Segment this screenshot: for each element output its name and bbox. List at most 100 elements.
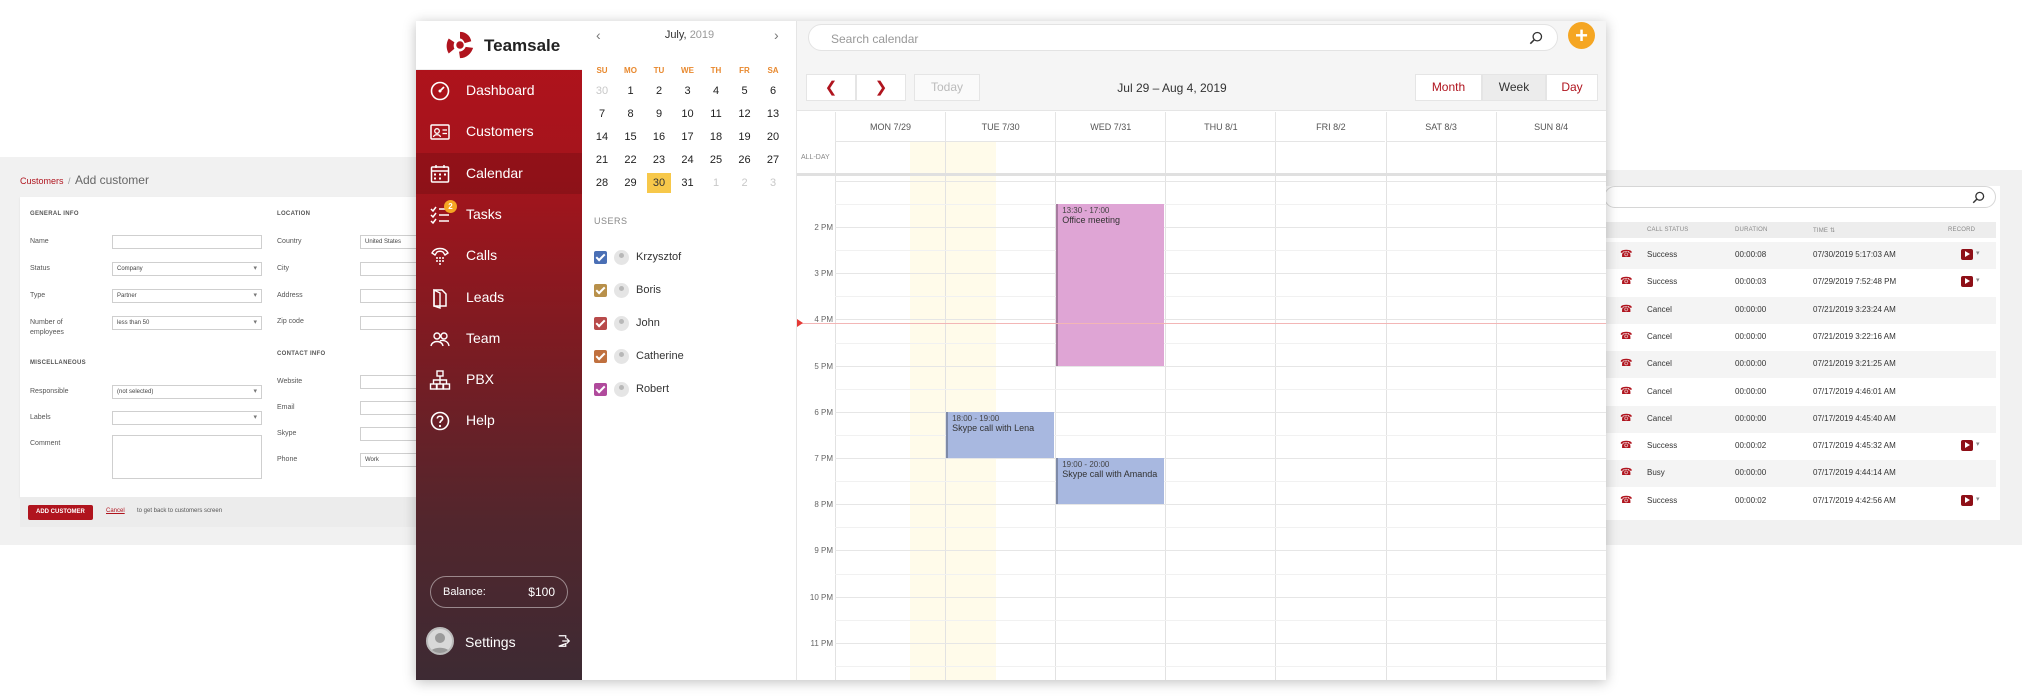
- mini-calendar-day[interactable]: 12: [733, 104, 757, 124]
- user-checkbox[interactable]: [594, 284, 607, 297]
- user-checkbox[interactable]: [594, 350, 607, 363]
- calendar-event[interactable]: 13:30 - 17:00 Office meeting: [1056, 203, 1165, 366]
- call-row[interactable]: ☎ Success 00:00:02 07/17/2019 4:42:56 AM ▾: [1604, 488, 1996, 515]
- mini-calendar-day[interactable]: 31: [676, 173, 700, 193]
- sidebar-item-customers[interactable]: Customers: [416, 111, 582, 152]
- employees-select[interactable]: less than 50: [112, 316, 262, 330]
- mini-calendar-day[interactable]: 21: [590, 150, 614, 170]
- mini-calendar-day[interactable]: 3: [676, 81, 700, 101]
- mini-calendar-day[interactable]: 15: [619, 127, 643, 147]
- responsible-select[interactable]: (not selected): [112, 385, 262, 399]
- call-row[interactable]: ☎ Cancel 00:00:00 07/17/2019 4:46:01 AM: [1604, 379, 1996, 406]
- user-checkbox[interactable]: [594, 383, 607, 396]
- name-input[interactable]: [112, 235, 262, 249]
- chevron-down-icon[interactable]: ▾: [1976, 440, 1980, 448]
- mini-calendar-day[interactable]: 26: [733, 150, 757, 170]
- call-row[interactable]: ☎ Cancel 00:00:00 07/17/2019 4:45:40 AM: [1604, 405, 1996, 433]
- add-event-button[interactable]: +: [1568, 22, 1595, 49]
- mini-calendar-day[interactable]: 2: [647, 81, 671, 101]
- mini-calendar-day[interactable]: 17: [676, 127, 700, 147]
- calls-search-input[interactable]: [1604, 186, 1996, 208]
- play-record-icon[interactable]: [1961, 494, 1973, 506]
- labels-select[interactable]: [112, 411, 262, 425]
- mini-calendar-day[interactable]: 18: [704, 127, 728, 147]
- sidebar-item-dashboard[interactable]: Dashboard: [416, 70, 582, 111]
- calendar-event[interactable]: 19:00 - 20:00 Skype call with Amanda: [1056, 458, 1165, 505]
- call-row[interactable]: ☎ Cancel 00:00:00 07/21/2019 3:22:16 AM: [1604, 324, 1996, 351]
- sidebar-item-calendar[interactable]: Calendar: [416, 152, 582, 194]
- avatar[interactable]: [426, 627, 454, 655]
- call-row[interactable]: ☎ Cancel 00:00:00 07/21/2019 3:23:24 AM: [1604, 296, 1996, 324]
- next-week-button[interactable]: ❯: [856, 74, 906, 101]
- call-row[interactable]: ☎ Success 00:00:03 07/29/2019 7:52:48 PM ▾: [1604, 269, 1996, 296]
- sidebar-item-tasks[interactable]: 2 Tasks: [416, 194, 582, 235]
- col-time[interactable]: TIME ⇅: [1813, 227, 1835, 234]
- user-filter-item[interactable]: Robert: [594, 380, 774, 400]
- play-record-icon[interactable]: [1961, 249, 1973, 260]
- calendar-search-input[interactable]: Search calendar: [808, 24, 1558, 51]
- chevron-down-icon[interactable]: ▾: [1976, 249, 1980, 257]
- breadcrumb-customers-link[interactable]: Customers: [20, 176, 64, 186]
- sidebar-item-leads[interactable]: Leads: [416, 277, 582, 318]
- mini-calendar-day[interactable]: 25: [704, 150, 728, 170]
- sidebar-item-team[interactable]: Team: [416, 318, 582, 359]
- mini-calendar-day[interactable]: 3: [761, 173, 785, 193]
- mini-calendar-day[interactable]: 22: [619, 150, 643, 170]
- call-row[interactable]: ☎ Busy 00:00:00 07/17/2019 4:44:14 AM: [1604, 460, 1996, 488]
- sidebar-item-calls[interactable]: Calls: [416, 235, 582, 276]
- view-month-button[interactable]: Month: [1415, 74, 1482, 101]
- next-month-icon[interactable]: ›: [774, 27, 779, 43]
- user-filter-item[interactable]: John: [594, 314, 774, 334]
- mini-calendar-day[interactable]: 23: [647, 150, 671, 170]
- mini-calendar-day[interactable]: 1: [619, 81, 643, 101]
- sidebar-item-pbx[interactable]: PBX: [416, 359, 582, 400]
- mini-calendar-day-selected[interactable]: 30: [647, 173, 671, 193]
- chevron-down-icon[interactable]: ▾: [1976, 495, 1980, 503]
- play-record-icon[interactable]: [1961, 276, 1973, 288]
- sidebar-item-help[interactable]: Help: [416, 400, 582, 441]
- mini-calendar-day[interactable]: 10: [676, 104, 700, 124]
- mini-calendar-day[interactable]: 5: [733, 81, 757, 101]
- today-button[interactable]: Today: [914, 74, 980, 101]
- chevron-down-icon[interactable]: ▾: [1976, 276, 1980, 284]
- status-select[interactable]: Company: [112, 262, 262, 276]
- search-icon[interactable]: [1529, 31, 1543, 45]
- mini-calendar-day[interactable]: 9: [647, 104, 671, 124]
- balance-pill[interactable]: Balance: $100: [430, 576, 568, 608]
- call-row[interactable]: ☎ Cancel 00:00:00 07/21/2019 3:21:25 AM: [1604, 351, 1996, 379]
- play-record-icon[interactable]: [1961, 440, 1973, 452]
- mini-calendar-day[interactable]: 16: [647, 127, 671, 147]
- mini-calendar-day[interactable]: 20: [761, 127, 785, 147]
- calendar-event[interactable]: 18:00 - 19:00 Skype call with Lena: [946, 411, 1055, 458]
- call-row[interactable]: ☎ Success 00:00:08 07/30/2019 5:17:03 AM ▾: [1604, 242, 1996, 269]
- prev-week-button[interactable]: ❮: [806, 74, 856, 101]
- mini-calendar-day[interactable]: 8: [619, 104, 643, 124]
- view-day-button[interactable]: Day: [1546, 74, 1598, 101]
- cancel-link[interactable]: Cancel: [106, 508, 125, 514]
- add-customer-button[interactable]: ADD CUSTOMER: [28, 505, 93, 520]
- settings-link[interactable]: Settings: [465, 634, 516, 650]
- mini-calendar-day[interactable]: 13: [761, 104, 785, 124]
- user-filter-item[interactable]: Catherine: [594, 347, 774, 367]
- mini-calendar-day[interactable]: 14: [590, 127, 614, 147]
- mini-calendar-day[interactable]: 6: [761, 81, 785, 101]
- type-select[interactable]: Partner: [112, 289, 262, 303]
- user-filter-item[interactable]: Boris: [594, 281, 774, 301]
- call-row[interactable]: ☎ Success 00:00:02 07/17/2019 4:45:32 AM ▾: [1604, 433, 1996, 460]
- mini-calendar-day[interactable]: 19: [733, 127, 757, 147]
- mini-calendar-day[interactable]: 11: [704, 104, 728, 124]
- mini-calendar-day[interactable]: 2: [733, 173, 757, 193]
- logout-icon[interactable]: [557, 634, 571, 648]
- mini-calendar-day[interactable]: 30: [590, 81, 614, 101]
- mini-calendar-day[interactable]: 4: [704, 81, 728, 101]
- view-week-button[interactable]: Week: [1482, 74, 1546, 101]
- mini-calendar-day[interactable]: 7: [590, 104, 614, 124]
- mini-calendar-day[interactable]: 1: [704, 173, 728, 193]
- mini-calendar-day[interactable]: 27: [761, 150, 785, 170]
- comment-textarea[interactable]: [112, 435, 262, 479]
- mini-calendar-day[interactable]: 28: [590, 173, 614, 193]
- mini-calendar-day[interactable]: 24: [676, 150, 700, 170]
- user-checkbox[interactable]: [594, 251, 607, 264]
- user-checkbox[interactable]: [594, 317, 607, 330]
- user-filter-item[interactable]: Krzysztof: [594, 248, 774, 268]
